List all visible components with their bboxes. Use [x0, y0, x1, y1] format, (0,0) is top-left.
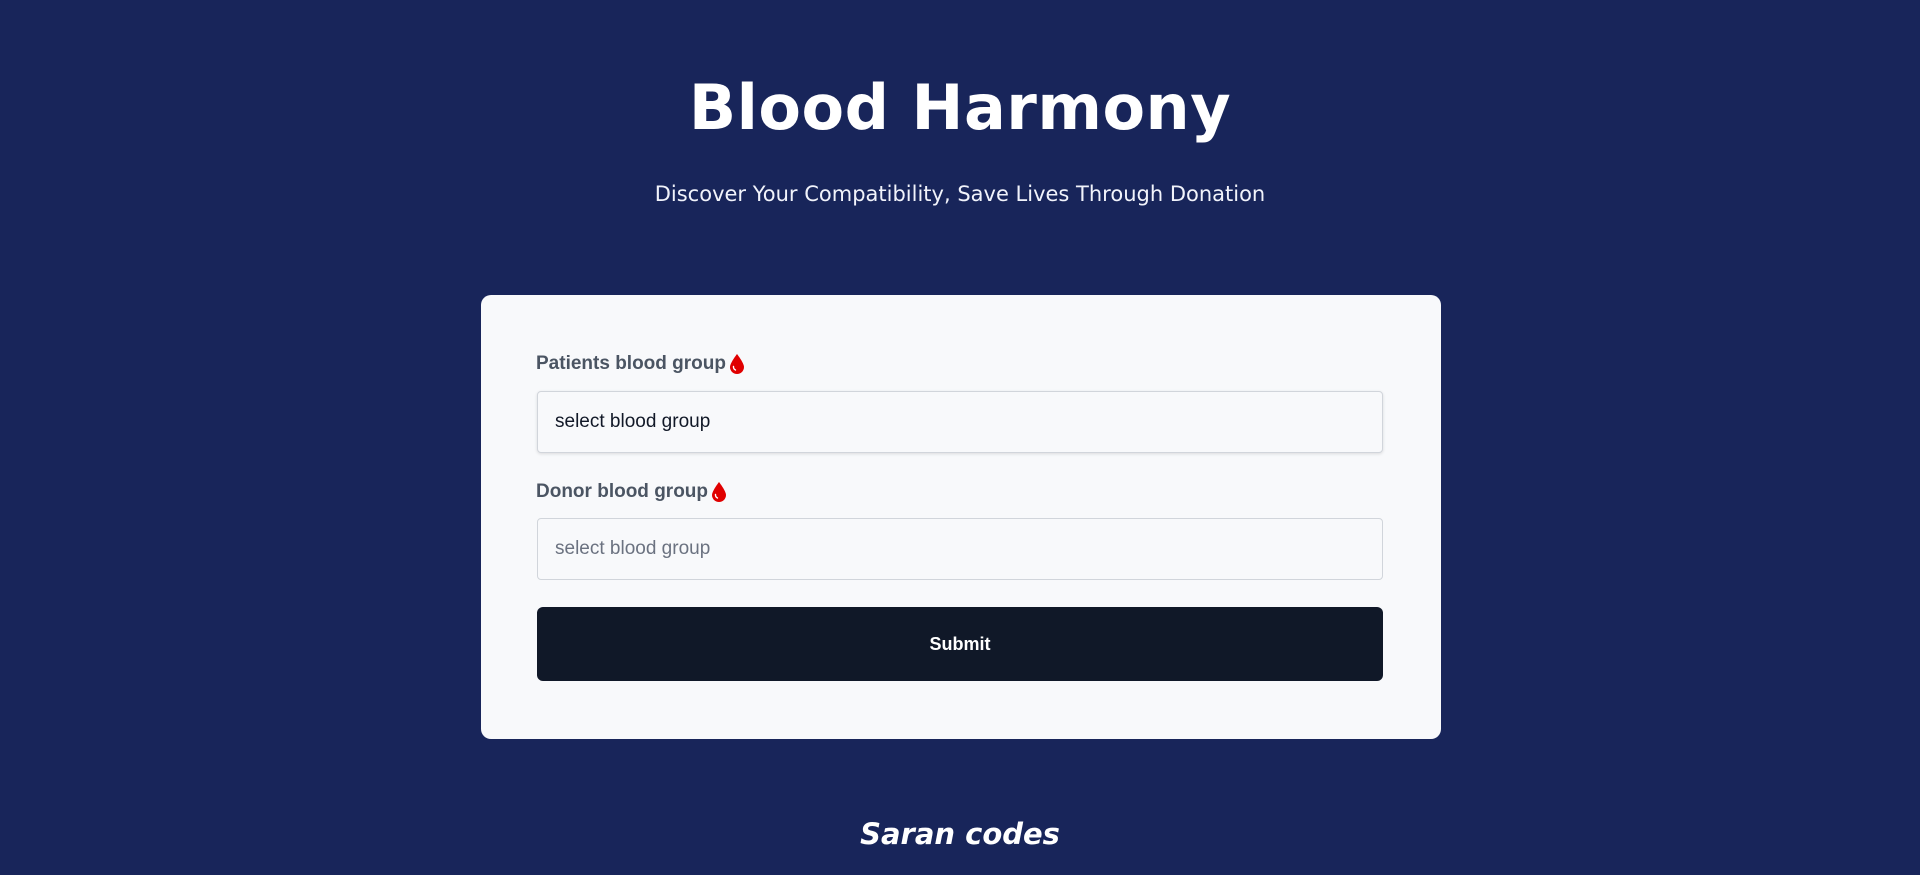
- blood-drop-icon: [730, 354, 744, 374]
- patient-blood-group-select[interactable]: select blood group: [537, 391, 1383, 453]
- page-subtitle: Discover Your Compatibility, Save Lives …: [654, 182, 1266, 206]
- blood-drop-icon: [712, 482, 727, 502]
- donor-label-text: Donor blood group: [536, 481, 709, 502]
- donor-blood-group-select[interactable]: select blood group: [537, 518, 1383, 580]
- donor-blood-group-label: Donor blood group: [536, 480, 727, 504]
- compatibility-form: Patients blood group select blood group …: [481, 295, 1441, 739]
- submit-button[interactable]: Submit: [537, 607, 1383, 681]
- patient-label-text: Patients blood group: [536, 353, 726, 374]
- footer-credit: Saran codes: [860, 817, 1060, 851]
- page: Blood Harmony Discover Your Compatibilit…: [0, 0, 1920, 875]
- page-title: Blood Harmony: [688, 71, 1232, 144]
- patient-blood-group-label: Patients blood group: [536, 352, 744, 376]
